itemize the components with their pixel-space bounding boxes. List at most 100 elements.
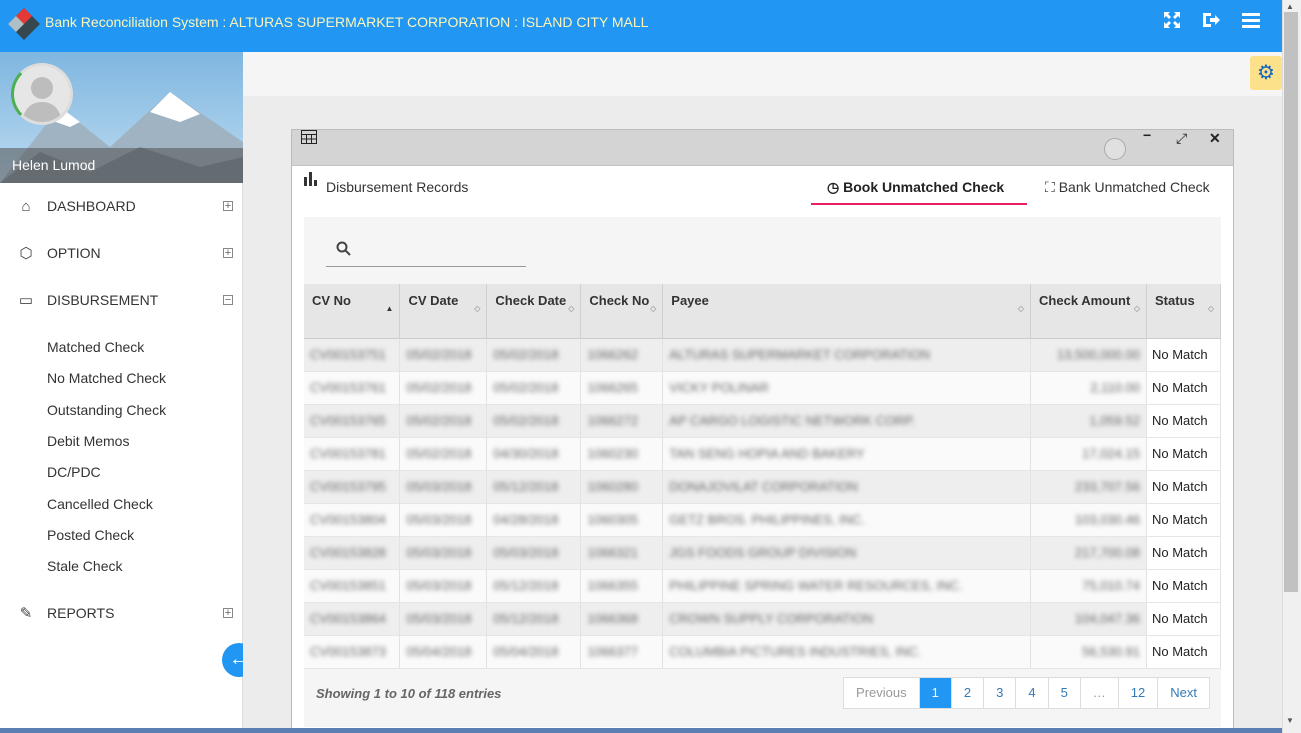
menu-icon[interactable] <box>1239 10 1263 34</box>
logout-icon[interactable] <box>1199 10 1223 34</box>
expand-icon: + <box>223 200 233 212</box>
cell-check-date-text: 05/02/2018 <box>493 413 559 428</box>
table-row[interactable]: CV00153864 05/03/2018 05/12/2018 1066368 CRO… <box>304 602 1222 636</box>
nav-dashboard-label: DASHBOARD <box>47 198 136 214</box>
scroll-down-icon[interactable]: ▼ <box>1286 716 1294 725</box>
cell-cv-no: CV00153781 <box>304 437 401 471</box>
cell-payee-text: PHILIPPINE SPRING WATER RESOURCES, INC. <box>669 578 963 593</box>
sub-matched-check[interactable]: Matched Check <box>47 339 144 355</box>
cell-payee-text: DONAJOVILAT CORPORATION <box>669 479 858 494</box>
col-payee[interactable]: Payee ◇ <box>662 284 1032 339</box>
cell-status: No Match <box>1146 602 1222 636</box>
cell-check-no-text: 1066321 <box>587 545 638 560</box>
close-icon[interactable]: ✕ <box>1209 130 1221 147</box>
clock-icon: ◷ <box>827 179 844 195</box>
sub-stale-check[interactable]: Stale Check <box>47 558 122 574</box>
cell-payee: DONAJOVILAT CORPORATION <box>662 470 1032 504</box>
cell-check-date-text: 04/30/2018 <box>493 446 559 461</box>
nav-option[interactable]: ⬡ OPTION + <box>0 233 243 273</box>
col-check-amount[interactable]: Check Amount ◇ <box>1030 284 1147 339</box>
page-5[interactable]: 5 <box>1047 678 1080 708</box>
scroll-up-icon[interactable]: ▲ <box>1286 2 1294 11</box>
nav-dashboard[interactable]: ⌂ DASHBOARD + <box>0 186 243 226</box>
minimize-icon[interactable]: − <box>1143 127 1151 143</box>
cell-cv-date: 05/03/2018 <box>399 503 488 537</box>
tab-book-label: Book Unmatched Check <box>843 179 1005 195</box>
cell-check-amount-text: 13,500,000.00 <box>1056 347 1140 362</box>
table-row[interactable]: CV00153851 05/03/2018 05/12/2018 1066355 PHI… <box>304 569 1222 603</box>
cell-check-date: 05/02/2018 <box>486 338 582 372</box>
fullscreen-icon[interactable] <box>1160 10 1184 34</box>
sub-no-matched-check[interactable]: No Matched Check <box>47 370 166 386</box>
col-label: CV Date <box>408 293 459 308</box>
cell-cv-no-text: CV00153804 <box>310 512 386 527</box>
cell-status-text: No Match <box>1151 380 1208 395</box>
cell-payee: VICKY POLINAR <box>662 371 1032 405</box>
page-12[interactable]: 12 <box>1117 678 1157 708</box>
table-icon <box>301 130 317 147</box>
cell-status-text: No Match <box>1151 578 1208 593</box>
app-title: Bank Reconciliation System : ALTURAS SUP… <box>45 14 649 30</box>
sub-dc-pdc[interactable]: DC/PDC <box>47 464 101 480</box>
cell-status-text: No Match <box>1151 347 1208 362</box>
cell-cv-no-text: CV00153765 <box>310 413 386 428</box>
cell-cv-date: 05/03/2018 <box>399 569 488 603</box>
cell-check-date: 05/12/2018 <box>486 470 582 504</box>
cell-cv-no-text: CV00153864 <box>310 611 386 626</box>
cell-cv-no: CV00153873 <box>304 635 401 669</box>
cell-check-no-text: 1066265 <box>587 380 638 395</box>
records-container: CV No ▲ CV Date ◇ Check Date ◇ Check No ◇ Pa… <box>304 217 1222 727</box>
col-cv-date[interactable]: CV Date ◇ <box>399 284 488 339</box>
cell-check-date: 04/30/2018 <box>486 437 582 471</box>
cell-check-amount: 13,500,000.00 <box>1030 338 1147 372</box>
cell-cv-no-text: CV00153761 <box>310 380 386 395</box>
nav-reports[interactable]: ✎ REPORTS + <box>0 593 243 633</box>
scrollbar-thumb[interactable] <box>1284 12 1298 592</box>
sub-posted-check[interactable]: Posted Check <box>47 527 134 543</box>
page-2[interactable]: 2 <box>950 678 983 708</box>
page-3[interactable]: 3 <box>983 678 1015 708</box>
search-input[interactable] <box>362 239 522 261</box>
table-row[interactable]: CV00153751 05/02/2018 05/02/2018 1066262 ALT… <box>304 338 1222 372</box>
cell-check-date-text: 05/12/2018 <box>493 611 559 626</box>
cell-cv-no: CV00153795 <box>304 470 401 504</box>
cell-check-no: 1066368 <box>580 602 664 636</box>
page-4[interactable]: 4 <box>1015 678 1047 708</box>
table-row[interactable]: CV00153765 05/02/2018 05/02/2018 1066272 AP … <box>304 404 1222 438</box>
settings-gear-icon[interactable]: ⚙ <box>1250 56 1282 90</box>
tab-book-unmatched[interactable]: ◷ Book Unmatched Check <box>811 167 1027 205</box>
table-row[interactable]: CV00153804 05/03/2018 04/28/2018 1060305 GET… <box>304 503 1222 537</box>
sub-outstanding-check[interactable]: Outstanding Check <box>47 402 166 418</box>
col-status[interactable]: Status ◇ <box>1146 284 1222 339</box>
cell-payee-text: JGS FOODS GROUP DIVISION <box>669 545 857 560</box>
profile-card: Helen Lumod <box>0 52 243 183</box>
cell-payee: COLUMBIA PICTURES INDUSTRIES, INC. <box>662 635 1032 669</box>
expand-icon[interactable]: ⤢ <box>1176 130 1187 147</box>
cell-check-no: 1066265 <box>580 371 664 405</box>
sub-debit-memos[interactable]: Debit Memos <box>47 433 129 449</box>
table-row[interactable]: CV00153781 05/02/2018 04/30/2018 1060230 TAN… <box>304 437 1222 471</box>
cell-cv-date-text: 05/02/2018 <box>406 446 472 461</box>
toggle-circle[interactable] <box>1104 138 1126 160</box>
col-check-no[interactable]: Check No ◇ <box>580 284 664 339</box>
cell-status-text: No Match <box>1151 512 1208 527</box>
records-table: CV No ▲ CV Date ◇ Check Date ◇ Check No ◇ Pa… <box>304 284 1222 669</box>
tab-bank-unmatched[interactable]: ⛶ Bank Unmatched Check <box>1029 167 1226 205</box>
page-1[interactable]: 1 <box>918 678 951 708</box>
page-next[interactable]: Next <box>1157 678 1209 708</box>
bottom-strip <box>0 728 1282 733</box>
cell-check-amount: 1,059.52 <box>1030 404 1147 438</box>
table-row[interactable]: CV00153761 05/02/2018 05/02/2018 1066265 VIC… <box>304 371 1222 405</box>
avatar <box>11 63 73 125</box>
col-cv-no[interactable]: CV No ▲ <box>304 284 401 339</box>
cell-status-text: No Match <box>1151 644 1208 659</box>
cell-check-date-text: 05/02/2018 <box>493 347 559 362</box>
page-previous[interactable]: Previous <box>844 678 919 708</box>
table-row[interactable]: CV00153873 05/04/2018 05/04/2018 1066377 COL… <box>304 635 1222 669</box>
cell-status: No Match <box>1146 437 1222 471</box>
sub-cancelled-check[interactable]: Cancelled Check <box>47 496 153 512</box>
table-row[interactable]: CV00153828 05/03/2018 05/03/2018 1066321 JGS… <box>304 536 1222 570</box>
table-row[interactable]: CV00153795 05/03/2018 05/12/2018 1060280 DON… <box>304 470 1222 504</box>
nav-disbursement[interactable]: ▭ DISBURSEMENT − <box>0 280 243 320</box>
col-check-date[interactable]: Check Date ◇ <box>486 284 582 339</box>
